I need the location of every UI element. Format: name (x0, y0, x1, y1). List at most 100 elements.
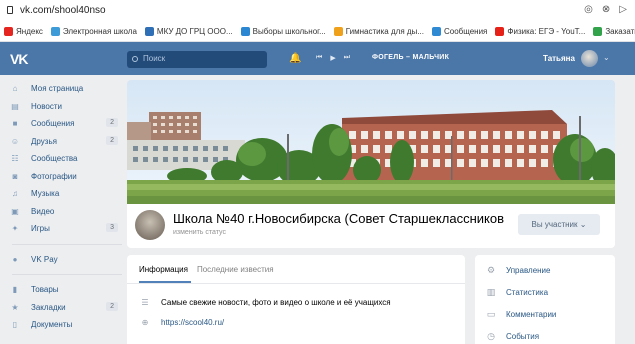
comments-icon: ▭ (486, 309, 496, 319)
user-name[interactable]: Татьяна (543, 54, 575, 63)
bookmark-3[interactable]: Выборы школьног... (240, 26, 326, 36)
tab-information[interactable]: Информация (139, 265, 188, 274)
vkpay-icon: ● (12, 254, 18, 264)
bookmark-icon: ★ (11, 302, 19, 312)
left-menu: ⌂ Моя страница ▤ Новости ■ Сообщения 2 ☺ Друзья 2… (8, 80, 122, 334)
messages-icon: ■ (12, 119, 18, 129)
previous-icon[interactable]: ⏮ (316, 54, 322, 62)
change-status-link[interactable]: изменить статус (173, 229, 226, 236)
menu-divider (12, 274, 122, 275)
action-gear[interactable]: ⚙ Управление (485, 265, 551, 276)
sidebar-item-label: Сообщества (31, 154, 78, 164)
action-stats[interactable]: ▥ Статистика (485, 287, 548, 298)
website-link[interactable]: https://scool40.ru/ (161, 318, 224, 327)
sidebar-item-music[interactable]: ♫ Музыка (8, 185, 122, 203)
url-text[interactable]: vk.com/shool40nso (20, 5, 106, 16)
member-button[interactable]: Вы участник ⌄ (518, 214, 600, 235)
sidebar-item-friends[interactable]: ☺ Друзья 2 (8, 133, 122, 151)
search-icon (132, 56, 138, 62)
sidebar-item-video[interactable]: ▣ Видео (8, 203, 122, 221)
vote-icon (240, 26, 250, 36)
sidebar-item-games[interactable]: ✦ Игры 3 (8, 220, 122, 238)
globe-icon: ⊕ (141, 318, 149, 327)
bookmark-6[interactable]: Физика: ЕГЭ - YouT... (495, 26, 585, 36)
group-avatar[interactable] (135, 210, 165, 240)
sidebar-item-messages[interactable]: ■ Сообщения 2 (8, 115, 122, 133)
counter-badge: 2 (106, 135, 118, 145)
photo-icon: ◙ (12, 171, 18, 181)
sidebar-item-documents[interactable]: ▯ Документы (8, 316, 122, 334)
sidebar-item-bookmark[interactable]: ★ Закладки 2 (8, 299, 122, 317)
description-icon: ☰ (141, 298, 149, 307)
sidebar-item-news[interactable]: ▤ Новости (8, 98, 122, 116)
vk-logo[interactable]: VK (10, 51, 28, 67)
sidebar-item-home[interactable]: ⌂ Моя страница (8, 80, 122, 98)
user-avatar[interactable] (581, 50, 598, 67)
browser-address-bar[interactable]: vk.com/shool40nso ◎ ⊗ ▷ (0, 0, 635, 21)
website-row: ⊕ https://scool40.ru/ (139, 318, 225, 327)
sidebar-item-goods[interactable]: ▮ Товары (8, 281, 122, 299)
audio-player-controls: ⏮ ▶ ⏭ (316, 54, 350, 62)
sidebar-item-label: Игры (31, 224, 50, 234)
bookmark-5[interactable]: Сообщения (431, 26, 488, 36)
globe-icon (144, 26, 154, 36)
block-icon[interactable]: ⊗ (602, 4, 610, 15)
action-comments[interactable]: ▭ Комментарии (485, 309, 557, 320)
group-cover-photo (127, 80, 615, 204)
chevron-down-icon[interactable]: ⌄ (603, 53, 610, 62)
browser-toolbar-icons: ◎ ⊗ ▷ (584, 4, 627, 15)
games-icon: ✦ (11, 224, 19, 234)
group-actions-menu: ⚙ Управление ▥ Статистика ▭ Комментарии ◷ Событ… (475, 255, 615, 344)
sidebar-item-photo[interactable]: ◙ Фотографии (8, 168, 122, 186)
bookmark-label: Заказать то (605, 26, 635, 36)
now-playing-track[interactable]: ФОГЕЛЬ – МАЛЬЧИК (372, 54, 449, 61)
sidebar-item-groups[interactable]: ☷ Сообщества (8, 150, 122, 168)
bookmark-1[interactable]: Электронная школа (50, 26, 137, 36)
lock-icon (7, 6, 13, 14)
gym-icon (333, 26, 343, 36)
counter-badge: 2 (106, 118, 118, 127)
groups-icon: ☷ (11, 154, 19, 164)
action-label: События (506, 332, 540, 341)
home-icon: ⌂ (12, 84, 18, 94)
sidebar-item-vkpay[interactable]: ● VK Pay (8, 251, 122, 269)
tab-latest-news[interactable]: Последние известия (197, 265, 274, 274)
yandex-icon (4, 26, 13, 36)
sidebar-item-label: Видео (31, 206, 55, 216)
info-tabs: Информация Последние известия (139, 265, 274, 274)
group-info-card: Информация Последние известия ☰ Самые св… (127, 255, 465, 344)
sidebar-item-label: Товары (31, 285, 59, 295)
bookmark-0[interactable]: Яндекс (4, 26, 43, 36)
action-label: Статистика (506, 288, 549, 297)
sidebar-item-label: Закладки (31, 302, 66, 312)
bookmarks-bar: Яндекс Электронная школа МКУ ДО ГРЦ ООО...… (0, 21, 635, 42)
bookmark-7[interactable]: Заказать то (593, 26, 635, 36)
screenshot-icon[interactable]: ◎ (584, 4, 593, 15)
bookmark-2[interactable]: МКУ ДО ГРЦ ООО... (144, 26, 233, 36)
send-icon[interactable]: ▷ (619, 4, 627, 15)
bookmark-label: Электронная школа (62, 26, 137, 36)
friends-icon: ☺ (10, 136, 20, 146)
group-title: Школа №40 г.Новосибирска (Совет Старшекл… (173, 211, 504, 226)
search-placeholder: Поиск (143, 54, 166, 63)
counter-badge: 2 (106, 301, 118, 311)
video-icon: ▣ (11, 206, 19, 216)
news-icon: ▤ (11, 101, 19, 111)
next-icon[interactable]: ⏭ (344, 54, 350, 62)
school-building-illustration (127, 80, 615, 204)
search-input[interactable]: Поиск (127, 51, 267, 68)
sidebar-item-label: Документы (31, 320, 73, 330)
check-icon (593, 26, 603, 36)
bell-icon[interactable]: 🔔 (289, 53, 301, 64)
bookmark-label: Сообщения (443, 26, 488, 36)
school-icon (50, 26, 60, 36)
group-header: Школа №40 г.Новосибирска (Совет Старшекл… (127, 204, 615, 248)
goods-icon: ▮ (12, 285, 18, 295)
bookmark-4[interactable]: Гимнастика для ды... (333, 26, 424, 36)
sidebar-item-label: Друзья (31, 136, 57, 146)
sidebar-item-label: Музыка (31, 189, 60, 199)
play-icon[interactable]: ▶ (330, 54, 335, 62)
messages-icon (431, 26, 441, 36)
sidebar-item-label: Моя страница (31, 84, 84, 94)
action-events[interactable]: ◷ События (485, 331, 539, 342)
